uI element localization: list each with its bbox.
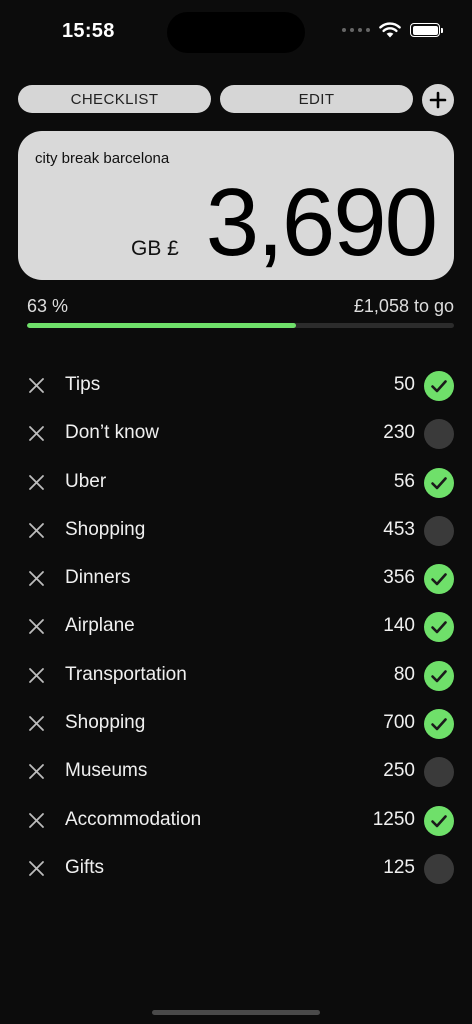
dynamic-island bbox=[167, 12, 305, 53]
checked-toggle[interactable] bbox=[424, 660, 454, 691]
checkmark-icon bbox=[431, 476, 447, 489]
list-item[interactable]: Shopping 453 bbox=[0, 507, 472, 555]
delete-icon[interactable] bbox=[28, 860, 45, 877]
item-name: Shopping bbox=[65, 712, 146, 734]
item-name: Shopping bbox=[65, 518, 146, 540]
list-item[interactable]: Uber 56 bbox=[0, 459, 472, 507]
delete-icon[interactable] bbox=[28, 474, 45, 491]
item-amount: 1250 bbox=[372, 808, 415, 830]
item-name: Gifts bbox=[65, 856, 105, 878]
list-item[interactable]: Dinners 356 bbox=[0, 555, 472, 603]
item-amount: 80 bbox=[393, 663, 415, 685]
list-item[interactable]: Airplane 140 bbox=[0, 603, 472, 651]
trip-name: city break barcelona bbox=[35, 150, 170, 167]
progress-bar-fill bbox=[27, 323, 296, 328]
status-bar: 15:58 bbox=[0, 0, 472, 60]
item-amount: 356 bbox=[383, 567, 415, 589]
cellular-signal-icon bbox=[342, 28, 370, 32]
status-icons bbox=[342, 22, 443, 38]
checkmark-icon bbox=[431, 621, 447, 634]
item-amount: 250 bbox=[383, 760, 415, 782]
list-item[interactable]: Don’t know 230 bbox=[0, 410, 472, 458]
delete-icon[interactable] bbox=[28, 377, 45, 394]
expense-list: Tips 50 Don’t know 230 Uber 56 Shopping 453 Dinn… bbox=[0, 362, 472, 893]
delete-icon[interactable] bbox=[28, 425, 45, 442]
checkmark-icon bbox=[431, 718, 447, 731]
item-amount: 700 bbox=[383, 712, 415, 734]
item-amount: 56 bbox=[393, 470, 415, 492]
currency-label: GB £ bbox=[131, 237, 179, 260]
delete-icon[interactable] bbox=[28, 570, 45, 587]
budget-card[interactable]: city break barcelona GB £ 3,690 bbox=[18, 131, 454, 280]
progress-percent: 63 % bbox=[27, 296, 69, 316]
item-name: Dinners bbox=[65, 567, 131, 589]
home-indicator[interactable] bbox=[152, 1010, 320, 1015]
delete-icon[interactable] bbox=[28, 763, 45, 780]
checked-toggle[interactable] bbox=[424, 564, 454, 595]
delete-icon[interactable] bbox=[28, 812, 45, 829]
add-button[interactable] bbox=[422, 84, 454, 116]
item-name: Airplane bbox=[65, 615, 135, 637]
checked-toggle[interactable] bbox=[424, 709, 454, 740]
delete-icon[interactable] bbox=[28, 618, 45, 635]
item-amount: 125 bbox=[383, 856, 415, 878]
edit-button[interactable]: EDIT bbox=[220, 85, 413, 113]
item-name: Tips bbox=[65, 374, 101, 395]
checked-toggle[interactable] bbox=[424, 467, 454, 498]
battery-icon bbox=[410, 23, 443, 37]
checkmark-icon bbox=[431, 669, 447, 683]
item-name: Accommodation bbox=[65, 808, 202, 830]
list-item[interactable]: Shopping 700 bbox=[0, 700, 472, 748]
unchecked-toggle[interactable] bbox=[424, 515, 454, 546]
item-name: Museums bbox=[65, 760, 148, 782]
unchecked-toggle[interactable] bbox=[424, 419, 454, 450]
checklist-button[interactable]: CHECKLIST bbox=[18, 85, 211, 113]
checked-toggle[interactable] bbox=[424, 805, 454, 836]
list-item[interactable]: Museums 250 bbox=[0, 748, 472, 796]
item-name: Transportation bbox=[65, 663, 187, 685]
progress-summary: 63 % £1,058 to go bbox=[27, 296, 454, 316]
budget-total: 3,690 bbox=[205, 169, 438, 276]
item-name: Uber bbox=[65, 470, 107, 492]
checked-toggle[interactable] bbox=[424, 612, 454, 643]
unchecked-toggle[interactable] bbox=[424, 757, 454, 788]
remaining-amount: £1,058 to go bbox=[353, 296, 454, 316]
item-amount: 50 bbox=[393, 374, 415, 395]
item-amount: 453 bbox=[383, 518, 415, 540]
list-item[interactable]: Gifts 125 bbox=[0, 845, 472, 893]
list-item[interactable]: Accommodation 1250 bbox=[0, 797, 472, 845]
checkmark-icon bbox=[431, 814, 447, 827]
checkmark-icon bbox=[431, 380, 447, 393]
list-item[interactable]: Tips 50 bbox=[0, 362, 472, 410]
delete-icon[interactable] bbox=[28, 522, 45, 539]
item-amount: 230 bbox=[383, 422, 415, 444]
list-item[interactable]: Transportation 80 bbox=[0, 652, 472, 700]
delete-icon[interactable] bbox=[28, 715, 45, 732]
status-time: 15:58 bbox=[62, 20, 115, 42]
item-amount: 140 bbox=[383, 615, 415, 637]
delete-icon[interactable] bbox=[28, 667, 45, 684]
toolbar: CHECKLIST EDIT bbox=[18, 84, 454, 116]
unchecked-toggle[interactable] bbox=[424, 853, 454, 884]
checkmark-icon bbox=[431, 573, 447, 586]
plus-icon bbox=[429, 91, 447, 109]
wifi-icon bbox=[379, 22, 401, 38]
progress-bar bbox=[27, 323, 454, 328]
checked-toggle[interactable] bbox=[424, 371, 454, 401]
item-name: Don’t know bbox=[65, 422, 159, 444]
